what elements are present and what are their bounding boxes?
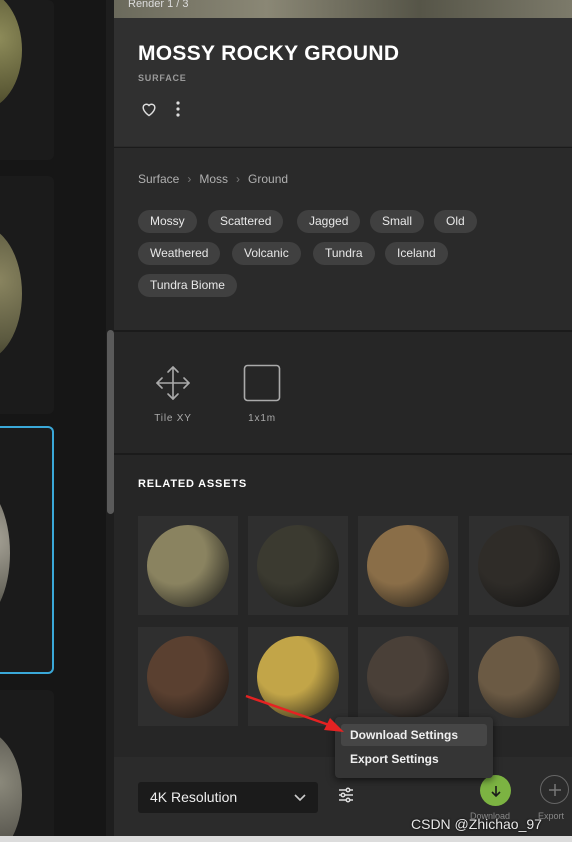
thumbnail-card-selected[interactable] [0,426,54,674]
resolution-select[interactable]: 4K Resolution [138,782,318,813]
tag-chip[interactable]: Tundra [313,242,375,265]
render-counter: Render 1 / 3 [128,0,189,10]
window-bottom-edge [0,836,572,842]
heart-icon [142,103,156,117]
related-asset-card[interactable] [138,627,238,726]
settings-popup-menu: Download Settings Export Settings [335,717,493,778]
breadcrumb-item[interactable]: Surface [138,172,179,186]
tag-chip[interactable]: Weathered [138,242,221,265]
tag-chip[interactable]: Scattered [208,210,284,233]
material-sphere [257,525,339,607]
property-size: 1x1m [232,364,292,424]
resolution-value: 4K Resolution [150,789,238,805]
tag-chip[interactable]: Volcanic [232,242,301,265]
asset-type: SURFACE [138,73,187,83]
asset-title: MOSSY ROCKY GROUND [138,42,400,65]
square-size-icon [243,364,281,402]
tag-chip[interactable]: Iceland [385,242,448,265]
menu-item-export-settings[interactable]: Export Settings [341,748,487,770]
chevron-down-icon [294,782,306,813]
material-sphere [478,636,560,718]
breadcrumb: Surface › Moss › Ground [138,172,288,186]
title-section: MOSSY ROCKY GROUND SURFACE [114,18,572,146]
material-sphere [367,636,449,718]
download-button[interactable] [480,775,511,806]
tags-section: Surface › Moss › Ground Mossy Scattered … [114,147,572,330]
tag-chip[interactable]: Tundra Biome [138,274,237,297]
watermark: CSDN @Zhichao_97 [411,816,542,832]
breadcrumb-item[interactable]: Moss [199,172,228,186]
download-arrow-icon [490,785,501,797]
property-label: 1x1m [248,413,276,424]
download-settings-button[interactable] [337,786,355,809]
export-button[interactable] [540,775,569,804]
tag-chip[interactable]: Mossy [138,210,197,233]
properties-section: Tile XY 1x1m [114,330,572,454]
sliders-icon [339,787,353,803]
material-sphere [0,0,22,110]
related-asset-card[interactable] [248,516,348,615]
related-assets-title: RELATED ASSETS [138,478,247,490]
related-asset-card[interactable] [358,516,458,615]
material-sphere [367,525,449,607]
asset-thumbnail-strip [0,0,106,842]
tag-chip[interactable]: Jagged [297,210,361,233]
thumbnail-card[interactable] [0,176,54,414]
related-asset-card[interactable] [358,627,458,726]
material-sphere [478,525,560,607]
breadcrumb-item[interactable]: Ground [248,172,288,186]
related-asset-card[interactable] [469,516,569,615]
material-sphere [147,525,229,607]
more-options-button[interactable] [167,98,189,120]
plus-icon [548,783,561,796]
tag-chip[interactable]: Small [370,210,425,233]
more-vertical-icon [176,101,180,117]
property-tile-xy: Tile XY [143,364,203,424]
material-sphere [0,483,10,623]
menu-item-download-settings[interactable]: Download Settings [341,724,487,746]
hero-preview-strip: Render 1 / 3 [114,0,572,18]
tile-xy-icon [156,366,190,400]
annotation-arrow [245,694,344,732]
material-sphere [147,636,229,718]
material-sphere [0,730,22,842]
chevron-right-icon: › [236,172,241,186]
thumbnail-card[interactable] [0,690,54,842]
material-sphere [0,226,22,361]
related-asset-card[interactable] [469,627,569,726]
related-asset-card[interactable] [138,516,238,615]
property-label: Tile XY [154,413,192,424]
favorite-button[interactable] [138,98,160,120]
chevron-right-icon: › [187,172,192,186]
scrollbar[interactable] [107,330,114,514]
tag-chip[interactable]: Old [434,210,477,233]
thumbnail-card[interactable] [0,0,54,160]
